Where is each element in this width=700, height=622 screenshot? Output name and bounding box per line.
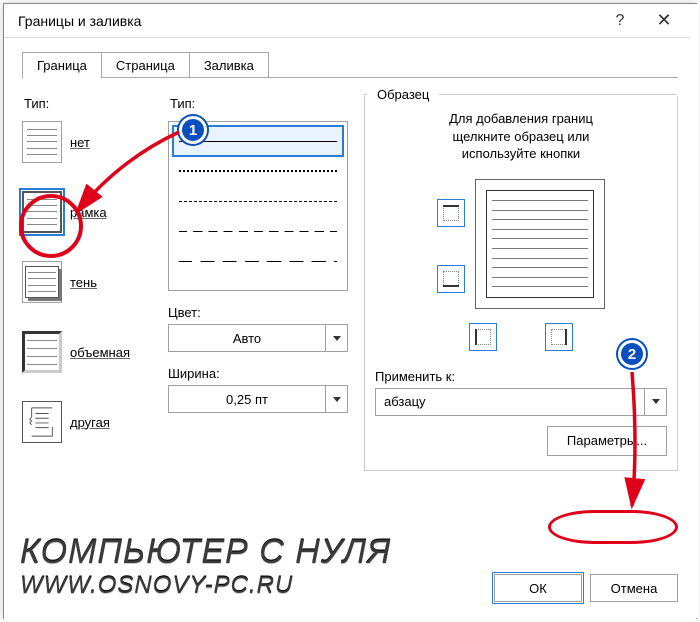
swatch-3d-icon bbox=[22, 331, 62, 373]
width-value: 0,25 пт bbox=[169, 392, 325, 407]
preview-column: Образец Для добавления границ щелкните о… bbox=[364, 96, 678, 471]
ok-label: ОК bbox=[529, 581, 547, 596]
hint-line3: используйте кнопки bbox=[462, 146, 580, 161]
setting-label: Тип: bbox=[22, 96, 152, 111]
tab-border[interactable]: Граница bbox=[22, 52, 102, 79]
close-button[interactable]: ✕ bbox=[642, 6, 686, 36]
dialog-content: Тип: нет рамка тень bbox=[4, 78, 696, 481]
hint-line1: Для добавления границ bbox=[449, 111, 593, 126]
setting-box-label: рамка bbox=[70, 205, 107, 220]
setting-column: Тип: нет рамка тень bbox=[22, 96, 152, 471]
edge-left-button[interactable] bbox=[469, 323, 497, 351]
line-style-dash[interactable] bbox=[173, 216, 343, 246]
edge-bottom-button[interactable] bbox=[437, 265, 465, 293]
swatch-shadow-icon bbox=[22, 261, 62, 303]
color-combo[interactable]: Авто bbox=[168, 324, 348, 352]
setting-shadow-label: тень bbox=[70, 275, 97, 290]
chevron-down-icon bbox=[325, 325, 347, 351]
watermark: КОМПЬЮТЕР С НУЛЯ WWW.OSNOVY-PC.RU bbox=[20, 535, 391, 598]
setting-box[interactable]: рамка bbox=[22, 191, 152, 233]
line-style-solid[interactable] bbox=[173, 126, 343, 156]
swatch-custom-icon bbox=[22, 401, 62, 443]
watermark-line2: WWW.OSNOVY-PC.RU bbox=[20, 573, 391, 598]
setting-custom[interactable]: другая bbox=[22, 401, 152, 443]
edge-right-button[interactable] bbox=[545, 323, 573, 351]
annotation-circle-2 bbox=[548, 510, 678, 544]
line-style-longdash[interactable] bbox=[173, 246, 343, 276]
setting-3d-label: объемная bbox=[70, 345, 130, 360]
dialog-footer: ОК Отмена bbox=[494, 574, 678, 602]
apply-row: Применить к: абзацу Параметры... bbox=[375, 369, 667, 456]
preview-group: Образец Для добавления границ щелкните о… bbox=[364, 96, 678, 471]
help-button[interactable]: ? bbox=[598, 6, 642, 36]
width-label: Ширина: bbox=[168, 366, 348, 381]
width-combo[interactable]: 0,25 пт bbox=[168, 385, 348, 413]
torn-edge-bottom bbox=[4, 599, 696, 621]
options-button[interactable]: Параметры... bbox=[547, 426, 667, 456]
setting-shadow[interactable]: тень bbox=[22, 261, 152, 303]
edge-top-button[interactable] bbox=[437, 199, 465, 227]
apply-value: абзацу bbox=[376, 394, 644, 409]
cancel-label: Отмена bbox=[611, 581, 658, 596]
style-column: Тип: Цвет: Авто Ширина: 0,25 пт bbox=[168, 96, 348, 471]
hint-line2: щелкните образец или bbox=[453, 129, 590, 144]
tab-page-label: Страница bbox=[116, 58, 175, 73]
options-button-label: Параметры... bbox=[567, 433, 647, 448]
titlebar: Границы и заливка ? ✕ bbox=[4, 4, 696, 38]
preview-document[interactable] bbox=[475, 179, 605, 309]
preview-legend: Образец bbox=[373, 87, 433, 102]
titlebar-title: Границы и заливка bbox=[18, 13, 598, 29]
setting-3d[interactable]: объемная bbox=[22, 331, 152, 373]
setting-none-label: нет bbox=[70, 135, 90, 150]
tab-fill-label: Заливка bbox=[204, 58, 254, 73]
preview-area bbox=[375, 179, 667, 309]
line-style-densedash[interactable] bbox=[173, 186, 343, 216]
color-value: Авто bbox=[169, 331, 325, 346]
tabs: Граница Страница Заливка bbox=[4, 38, 696, 78]
tab-fill[interactable]: Заливка bbox=[189, 52, 269, 78]
setting-none[interactable]: нет bbox=[22, 121, 152, 163]
dialog-borders-shading: Границы и заливка ? ✕ Граница Страница З… bbox=[3, 3, 697, 619]
apply-label: Применить к: bbox=[375, 369, 667, 384]
ok-button[interactable]: ОК bbox=[494, 574, 582, 602]
apply-to-combo[interactable]: абзацу bbox=[375, 388, 667, 416]
chevron-down-icon bbox=[325, 386, 347, 412]
style-label: Тип: bbox=[168, 96, 348, 111]
preview-hint: Для добавления границ щелкните образец и… bbox=[375, 110, 667, 163]
cancel-button[interactable]: Отмена bbox=[590, 574, 678, 602]
watermark-line1: КОМПЬЮТЕР С НУЛЯ bbox=[20, 535, 391, 571]
line-style-dotted[interactable] bbox=[173, 156, 343, 186]
tab-border-label: Граница bbox=[37, 58, 87, 73]
swatch-box-icon bbox=[22, 191, 62, 233]
color-label: Цвет: bbox=[168, 305, 348, 320]
chevron-down-icon bbox=[644, 389, 666, 415]
line-style-list[interactable] bbox=[168, 121, 348, 291]
swatch-none-icon bbox=[22, 121, 62, 163]
tab-page[interactable]: Страница bbox=[101, 52, 190, 78]
setting-custom-label: другая bbox=[70, 415, 110, 430]
